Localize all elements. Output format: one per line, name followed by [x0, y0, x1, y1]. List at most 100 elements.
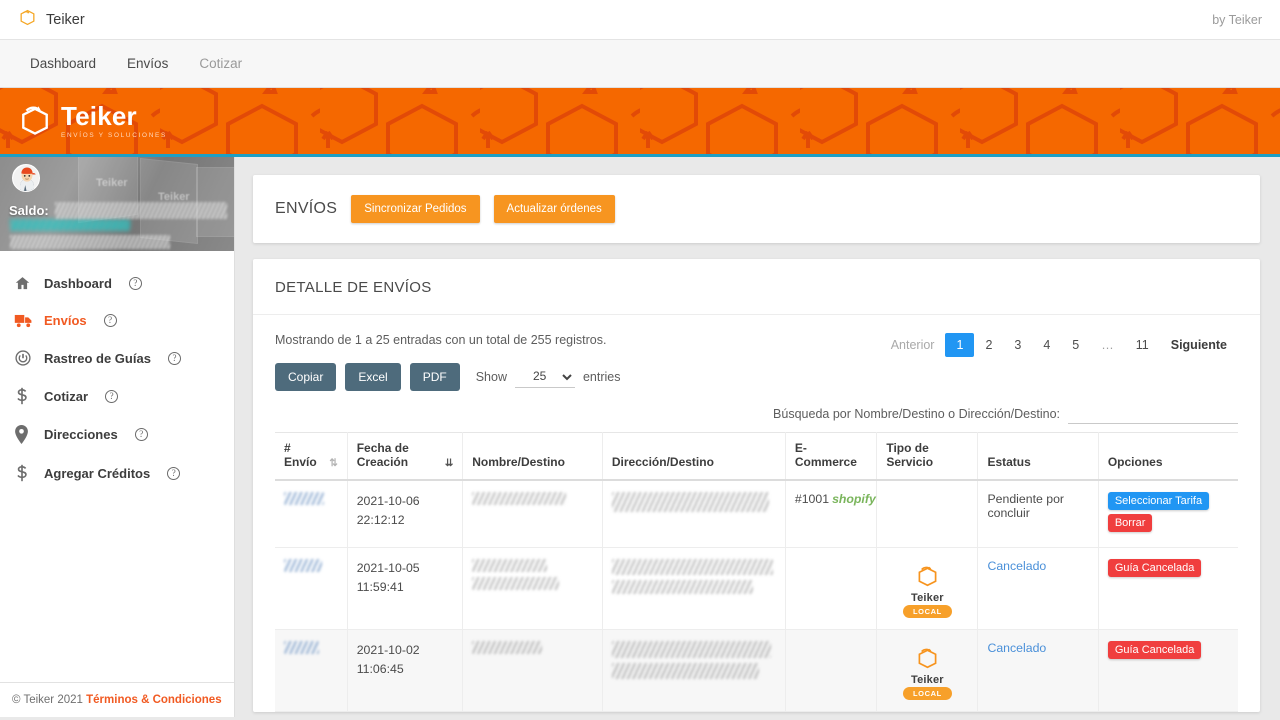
- dollar-icon: [14, 464, 44, 482]
- pagination-page-1[interactable]: 1: [945, 333, 975, 357]
- pagination-page-3[interactable]: 3: [1003, 333, 1032, 357]
- status-link[interactable]: Cancelado: [987, 641, 1046, 655]
- cell-fecha: 2021-10-06 22:12:12: [347, 480, 464, 548]
- guia-cancelada-button[interactable]: Guía Cancelada: [1107, 559, 1202, 577]
- saldo-highlight: [10, 219, 130, 231]
- nombre-redacted: [472, 559, 548, 572]
- column-header-nombre[interactable]: Nombre/Destino: [462, 432, 603, 481]
- cell-envio[interactable]: [275, 629, 348, 712]
- column-header-servicio[interactable]: Tipo de Servicio: [876, 432, 979, 481]
- search-input[interactable]: [1068, 403, 1238, 424]
- actualizar-ordenes-button[interactable]: Actualizar órdenes: [493, 195, 615, 223]
- borrar-button[interactable]: Borrar: [1107, 514, 1153, 532]
- nav-item-cotizar[interactable]: Cotizar: [197, 52, 244, 75]
- pagination-previous[interactable]: Anterior: [880, 333, 946, 357]
- cell-direccion: [602, 629, 786, 712]
- sidebar-item-direcciones[interactable]: Direcciones ?: [0, 415, 234, 454]
- top-bar: Teiker by Teiker: [0, 0, 1280, 40]
- sidebar-item-envios[interactable]: Envíos ?: [0, 302, 234, 339]
- terms-link[interactable]: Términos & Condiciones: [86, 694, 221, 706]
- table-header-row: # Envío ⇅ Fecha de Creación ⇊ Nombre/Des…: [275, 432, 1238, 481]
- service-teiker-local: Teiker LOCAL: [886, 559, 968, 618]
- pdf-button[interactable]: PDF: [409, 363, 460, 391]
- cell-ecommerce: #1001 shopify: [785, 480, 878, 548]
- table-row[interactable]: 2021-10-05 11:59:41 Teiker LOCAL Cancela…: [275, 547, 1238, 630]
- guia-cancelada-button[interactable]: Guía Cancelada: [1107, 641, 1202, 659]
- column-header-direccion[interactable]: Dirección/Destino: [602, 432, 786, 481]
- nombre-redacted: [472, 492, 567, 505]
- seleccionar-tarifa-button[interactable]: Seleccionar Tarifa: [1107, 492, 1210, 510]
- pagination-page-2[interactable]: 2: [974, 333, 1003, 357]
- fecha-time: 11:59:41: [356, 580, 404, 595]
- sidebar-label-rastreo: Rastreo de Guías: [44, 350, 151, 366]
- help-icon-dashboard[interactable]: ?: [128, 277, 142, 290]
- column-label-fecha: Fecha de Creación: [356, 441, 409, 469]
- cell-opciones: Guía Cancelada: [1098, 629, 1238, 712]
- column-header-fecha[interactable]: Fecha de Creación ⇊: [347, 432, 464, 481]
- fecha-time: 22:12:12: [356, 513, 405, 528]
- copiar-button[interactable]: Copiar: [275, 363, 337, 391]
- service-badge: LOCAL: [902, 605, 952, 618]
- pagination-page-4[interactable]: 4: [1032, 333, 1061, 357]
- banner-logo-text: Teiker: [61, 100, 137, 131]
- help-icon-agregar-creditos[interactable]: ?: [167, 466, 181, 480]
- nav-item-dashboard[interactable]: Dashboard: [28, 52, 98, 75]
- sidebar-item-cotizar[interactable]: Cotizar ?: [0, 377, 234, 415]
- user-avatar[interactable]: [12, 164, 40, 192]
- table-row[interactable]: 2021-10-02 11:06:45 Teiker LOCAL Cancela…: [275, 629, 1238, 712]
- cell-envio[interactable]: [275, 547, 348, 630]
- cell-ecommerce: [785, 547, 878, 630]
- sidebar-item-rastreo[interactable]: Rastreo de Guías ?: [0, 339, 234, 377]
- help-icon-direcciones[interactable]: ?: [134, 428, 148, 441]
- nav-item-envios[interactable]: Envíos: [125, 52, 170, 75]
- envio-redacted: [284, 559, 322, 572]
- shopify-label: shopify: [832, 492, 876, 506]
- home-icon: [14, 275, 44, 292]
- sidebar-label-cotizar: Cotizar: [44, 388, 89, 404]
- pagination-ellipsis: …: [1101, 338, 1114, 352]
- column-header-ecommerce[interactable]: E-Commerce: [785, 432, 878, 481]
- dollar-icon: [14, 387, 44, 405]
- page-title: ENVÍOS: [275, 200, 338, 217]
- pagination-next[interactable]: Siguiente: [1160, 333, 1238, 357]
- ecommerce-order: #1001: [794, 492, 830, 506]
- sidebar-label-envios: Envíos: [44, 313, 87, 328]
- help-icon-envios[interactable]: ?: [103, 314, 117, 327]
- cell-fecha: 2021-10-02 11:06:45: [347, 629, 464, 712]
- column-header-opciones[interactable]: Opciones: [1098, 432, 1238, 481]
- entries-label: entries: [582, 370, 621, 384]
- cell-estatus[interactable]: Cancelado: [977, 629, 1099, 712]
- teiker-box-icon: [18, 8, 37, 32]
- pagination-page-5[interactable]: 5: [1061, 333, 1090, 357]
- pagination-page-11[interactable]: 11: [1125, 333, 1160, 357]
- help-icon-cotizar[interactable]: ?: [105, 389, 119, 403]
- service-badge: LOCAL: [902, 687, 952, 700]
- entries-select[interactable]: 251050100: [514, 366, 575, 388]
- sidebar-item-dashboard[interactable]: Dashboard ?: [0, 265, 234, 302]
- banner-logo: Teiker ENVÍOS Y SOLUCIONES: [16, 99, 167, 142]
- saldo-value-redacted: [54, 202, 227, 219]
- sidebar-label-agregar-creditos: Agregar Créditos: [44, 465, 151, 481]
- main-navigation: Dashboard Envíos Cotizar: [0, 40, 1280, 88]
- brand-logo[interactable]: Teiker: [18, 8, 85, 32]
- column-header-estatus[interactable]: Estatus: [977, 432, 1099, 481]
- sidebar-item-agregar-creditos[interactable]: Agregar Créditos ?: [0, 454, 234, 492]
- sincronizar-pedidos-button[interactable]: Sincronizar Pedidos: [351, 195, 480, 223]
- cell-servicio: [876, 480, 979, 548]
- table-row[interactable]: 2021-10-06 22:12:12 #1001 shopify Pendie…: [275, 480, 1238, 548]
- cell-nombre: [462, 480, 603, 548]
- column-header-envio[interactable]: # Envío ⇅: [275, 432, 348, 481]
- cell-envio[interactable]: [275, 480, 348, 548]
- detalle-envios-title: DETALLE DE ENVÍOS: [253, 259, 1260, 315]
- status-link[interactable]: Cancelado: [987, 559, 1046, 573]
- saldo-secondary-redacted: [10, 235, 170, 249]
- cell-direccion: [602, 547, 786, 630]
- sidebar-label-direcciones: Direcciones: [44, 427, 118, 442]
- teiker-box-icon: [914, 643, 941, 673]
- help-icon-rastreo[interactable]: ?: [167, 351, 181, 365]
- cell-estatus[interactable]: Cancelado: [977, 547, 1099, 630]
- excel-button[interactable]: Excel: [345, 363, 401, 391]
- cell-ecommerce: [785, 629, 878, 712]
- detalle-envios-card: DETALLE DE ENVÍOS Mostrando de 1 a 25 en…: [253, 259, 1260, 712]
- banner-pattern: [0, 88, 1280, 154]
